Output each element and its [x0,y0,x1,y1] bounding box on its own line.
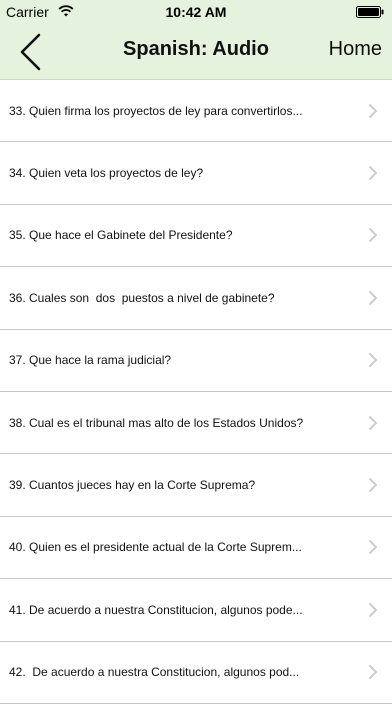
list-item-label: 41. De acuerdo a nuestra Constitucion, a… [9,602,303,617]
chevron-right-icon [368,665,378,680]
list-item[interactable]: 34. Quien veta los proyectos de ley? [0,142,392,205]
back-button[interactable] [10,30,50,74]
question-list: 33. Quien firma los proyectos de ley par… [0,80,392,704]
chevron-left-icon [20,33,41,71]
chevron-right-icon [368,602,378,617]
chevron-right-icon [368,228,378,243]
list-item-label: 36. Cuales son dos puestos a nivel de ga… [9,290,275,305]
list-item-label: 37. Que hace la rama judicial? [9,353,172,368]
list-item[interactable]: 33. Quien firma los proyectos de ley par… [0,80,392,143]
list-item[interactable]: 35. Que hace el Gabinete del Presidente? [0,204,392,268]
list-item[interactable]: 37. Que hace la rama judicial? [0,329,392,392]
list-item[interactable]: 41. De acuerdo a nuestra Constitucion, a… [0,579,392,642]
list-item-label: 38. Cual es el tribunal mas alto de los … [9,415,304,430]
list-item-label: 40. Quien es el presidente actual de la … [9,540,302,555]
list-item-label: 35. Que hace el Gabinete del Presidente? [9,228,233,243]
navigation-header: Carrier 10:42 AM Spanish: Audio Home [0,0,392,80]
home-button[interactable]: Home [329,38,382,61]
list-item-label: 33. Quien firma los proyectos de ley par… [9,103,303,118]
list-item-label: 34. Quien veta los proyectos de ley? [9,166,204,181]
chevron-right-icon [368,540,378,555]
list-item-label: 42. De acuerdo a nuestra Constitucion, a… [9,665,300,680]
status-time: 10:42 AM [165,4,227,20]
list-item[interactable]: 36. Cuales son dos puestos a nivel de ga… [0,267,392,330]
list-item[interactable]: 40. Quien es el presidente actual de la … [0,516,392,580]
chevron-right-icon [368,353,378,368]
list-item[interactable]: 39. Cuantos jueces hay en la Corte Supre… [0,454,392,517]
chevron-right-icon [368,415,378,430]
chevron-right-icon [368,103,378,118]
status-bar: Carrier 10:42 AM [0,0,392,24]
list-item-label: 39. Cuantos jueces hay en la Corte Supre… [9,478,256,493]
list-item[interactable]: 38. Cual es el tribunal mas alto de los … [0,391,392,455]
list-item[interactable]: 42. De acuerdo a nuestra Constitucion, a… [0,641,392,704]
chevron-right-icon [368,165,378,181]
chevron-right-icon [368,290,378,305]
chevron-right-icon [368,477,378,493]
battery-icon [356,6,384,18]
